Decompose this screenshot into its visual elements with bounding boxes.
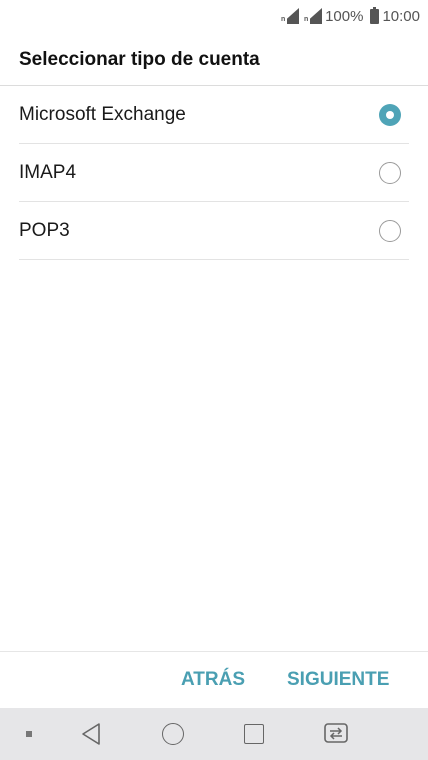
status-icons: n n 100% 10:00 bbox=[279, 6, 420, 26]
option-imap4[interactable]: IMAP4 bbox=[19, 144, 409, 202]
dot-icon[interactable] bbox=[26, 731, 32, 737]
battery-icon bbox=[370, 6, 380, 24]
radio-unselected-icon[interactable] bbox=[379, 162, 401, 184]
option-label: POP3 bbox=[19, 219, 70, 241]
option-pop3[interactable]: POP3 bbox=[19, 202, 409, 260]
signal-sim1-icon: n bbox=[279, 8, 300, 24]
battery-percent: 100% bbox=[325, 7, 364, 25]
switch-sim-icon[interactable] bbox=[322, 720, 350, 751]
action-bar: ATRÁS SIGUIENTE bbox=[0, 651, 428, 708]
navigation-bar bbox=[0, 708, 428, 760]
status-bar: n n 100% 10:00 bbox=[0, 0, 428, 34]
back-button[interactable]: ATRÁS bbox=[181, 669, 245, 691]
clock: 10:00 bbox=[382, 7, 420, 25]
next-button[interactable]: SIGUIENTE bbox=[287, 669, 389, 691]
app-header: Seleccionar tipo de cuenta bbox=[0, 34, 428, 86]
radio-selected-icon[interactable] bbox=[379, 104, 401, 126]
option-label: Microsoft Exchange bbox=[19, 103, 186, 125]
option-microsoft-exchange[interactable]: Microsoft Exchange bbox=[19, 86, 409, 144]
signal-sim2-icon: n bbox=[302, 8, 323, 24]
home-icon[interactable] bbox=[162, 723, 184, 745]
recent-apps-icon[interactable] bbox=[244, 724, 264, 744]
radio-unselected-icon[interactable] bbox=[379, 220, 401, 242]
option-label: IMAP4 bbox=[19, 161, 77, 183]
page-title: Seleccionar tipo de cuenta bbox=[19, 49, 260, 70]
account-type-list: Microsoft Exchange IMAP4 POP3 bbox=[19, 86, 409, 260]
back-icon[interactable] bbox=[80, 722, 102, 751]
